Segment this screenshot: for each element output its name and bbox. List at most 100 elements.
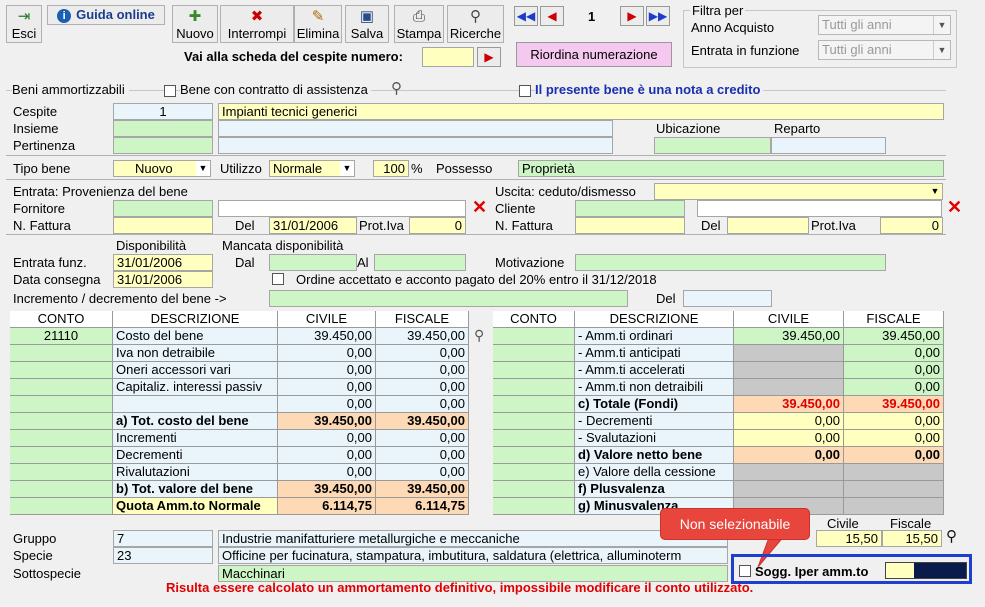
last-record-button[interactable]: ▶▶ — [646, 6, 670, 26]
right-table-civile[interactable]: 39.450,00 — [734, 396, 844, 413]
data-consegna-field[interactable]: 31/01/2006 — [113, 271, 213, 288]
tipo-select[interactable]: Nuovo ▼ — [113, 160, 211, 177]
right-table-fiscale[interactable]: 0,00 — [844, 447, 944, 464]
left-table-cell[interactable]: 0,00 — [278, 447, 376, 464]
fornitore-name[interactable] — [218, 200, 466, 217]
dal-field[interactable] — [269, 254, 357, 271]
fornitore-code[interactable] — [113, 200, 213, 217]
cespite-number[interactable]: 1 — [113, 103, 213, 120]
nfattura-uscita-field[interactable] — [575, 217, 685, 234]
protiva-uscita-field[interactable]: 0 — [880, 217, 943, 234]
left-table-cell[interactable]: 0,00 — [278, 345, 376, 362]
left-table-cell[interactable]: 0,00 — [376, 379, 469, 396]
left-table-cell[interactable] — [10, 362, 113, 379]
right-table-fiscale[interactable]: 39.450,00 — [844, 396, 944, 413]
left-table-cell[interactable]: 39.450,00 — [376, 481, 469, 498]
uscita-select[interactable]: ▼ — [654, 183, 943, 200]
left-table-cell[interactable]: 21110 — [10, 328, 113, 345]
prev-record-button[interactable]: ◀ — [540, 6, 564, 26]
search-icon[interactable]: ⚲ — [474, 327, 484, 344]
insieme-desc[interactable] — [218, 120, 613, 137]
first-record-button[interactable]: ◀◀ — [514, 6, 538, 26]
nota-credito-checkbox[interactable] — [519, 85, 531, 97]
left-table-cell[interactable] — [10, 430, 113, 447]
right-table-conto[interactable] — [493, 447, 575, 464]
esci-button[interactable]: ⇥ Esci — [6, 5, 42, 43]
del-entrata-field[interactable]: 31/01/2006 — [269, 217, 357, 234]
right-table-fiscale[interactable]: 0,00 — [844, 413, 944, 430]
nuovo-button[interactable]: ✚ Nuovo — [172, 5, 218, 43]
interrompi-button[interactable]: ✖ Interrompi — [220, 5, 294, 43]
next-record-button[interactable]: ▶ — [620, 6, 644, 26]
incremento-field[interactable] — [269, 290, 628, 307]
cespite-description[interactable]: Impianti tecnici generici — [218, 103, 944, 120]
ricerche-button[interactable]: ⚲ Ricerche — [447, 5, 504, 43]
stampa-button[interactable]: ⎙ Stampa — [394, 5, 444, 43]
specie-desc[interactable]: Officine per fucinatura, stampatura, imb… — [218, 547, 728, 564]
vai-input[interactable] — [422, 47, 474, 67]
right-table-conto[interactable] — [493, 464, 575, 481]
del-uscita-field[interactable] — [727, 217, 809, 234]
left-table-cell[interactable]: 0,00 — [376, 447, 469, 464]
aliquota-fiscale[interactable]: 15,50 — [882, 530, 942, 547]
right-table-conto[interactable] — [493, 430, 575, 447]
left-table-cell[interactable] — [10, 481, 113, 498]
protiva-entrata-field[interactable]: 0 — [409, 217, 466, 234]
pertinenza-code[interactable] — [113, 137, 213, 154]
left-table-cell[interactable]: 0,00 — [376, 430, 469, 447]
right-table-civile[interactable]: 0,00 — [734, 413, 844, 430]
possesso-field[interactable]: Proprietà — [518, 160, 944, 177]
right-table-conto[interactable] — [493, 379, 575, 396]
right-table-civile[interactable]: 39.450,00 — [734, 328, 844, 345]
left-table-cell[interactable]: 0,00 — [278, 396, 376, 413]
entrata-select[interactable]: Tutti gli anni ▼ — [818, 40, 951, 60]
gruppo-num[interactable]: 7 — [113, 530, 213, 547]
right-table-civile[interactable]: 0,00 — [734, 430, 844, 447]
left-table-cell[interactable]: 0,00 — [376, 345, 469, 362]
right-table-civile[interactable]: 0,00 — [734, 447, 844, 464]
search-icon[interactable]: ⚲ — [391, 79, 402, 97]
left-table-cell[interactable]: 39.450,00 — [376, 328, 469, 345]
left-table-cell[interactable]: 6.114,75 — [376, 498, 469, 515]
assistenza-checkbox[interactable] — [164, 85, 176, 97]
ubicazione-field[interactable] — [654, 137, 771, 154]
left-table-cell[interactable]: 6.114,75 — [278, 498, 376, 515]
right-table-conto[interactable] — [493, 345, 575, 362]
left-table-cell[interactable]: 39.450,00 — [376, 413, 469, 430]
right-table-conto[interactable] — [493, 413, 575, 430]
left-table-cell[interactable] — [10, 396, 113, 413]
left-table-cell[interactable] — [10, 464, 113, 481]
aliquota-civile[interactable]: 15,50 — [816, 530, 882, 547]
left-table-cell[interactable]: 0,00 — [376, 464, 469, 481]
nfattura-entrata-field[interactable] — [113, 217, 213, 234]
left-table-cell[interactable]: 39.450,00 — [278, 481, 376, 498]
left-table-cell[interactable]: 39.450,00 — [278, 413, 376, 430]
anno-select[interactable]: Tutti gli anni ▼ — [818, 15, 951, 35]
ordine-checkbox[interactable] — [272, 273, 284, 285]
vai-go-button[interactable]: ▶ — [477, 47, 501, 67]
pertinenza-desc[interactable] — [218, 137, 613, 154]
elimina-button[interactable]: ✎ Elimina — [294, 5, 342, 43]
left-table-cell[interactable]: 0,00 — [278, 362, 376, 379]
cliente-code[interactable] — [575, 200, 685, 217]
left-table-cell[interactable]: 39.450,00 — [278, 328, 376, 345]
right-table-conto[interactable] — [493, 498, 575, 515]
perc-field[interactable]: 100 — [373, 160, 409, 177]
left-table-cell[interactable] — [10, 498, 113, 515]
left-table-cell[interactable]: 0,00 — [376, 396, 469, 413]
left-table-cell[interactable] — [10, 379, 113, 396]
search-icon[interactable]: ⚲ — [946, 527, 957, 545]
right-table-conto[interactable] — [493, 481, 575, 498]
left-table-cell[interactable]: 0,00 — [278, 430, 376, 447]
clear-cliente-icon[interactable]: ✕ — [947, 198, 962, 216]
right-table-fiscale[interactable]: 0,00 — [844, 430, 944, 447]
specie-num[interactable]: 23 — [113, 547, 213, 564]
al-field[interactable] — [374, 254, 466, 271]
right-table-fiscale[interactable]: 0,00 — [844, 379, 944, 396]
motivazione-field[interactable] — [575, 254, 886, 271]
clear-fornitore-icon[interactable]: ✕ — [472, 198, 487, 216]
right-table-conto[interactable] — [493, 362, 575, 379]
left-table-cell[interactable]: 0,00 — [376, 362, 469, 379]
insieme-code[interactable] — [113, 120, 213, 137]
left-table-cell[interactable]: 0,00 — [278, 379, 376, 396]
